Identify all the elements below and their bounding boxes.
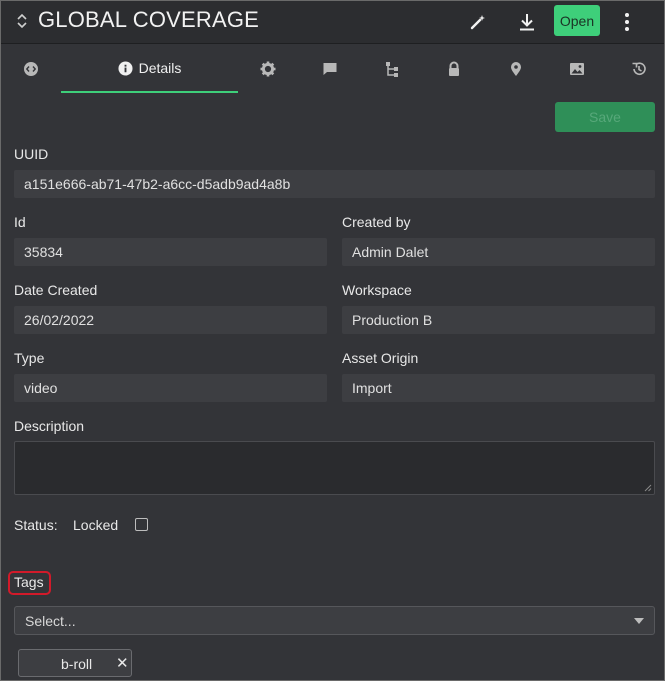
asset-origin-label: Asset Origin	[342, 350, 419, 366]
open-button[interactable]: Open	[554, 5, 600, 36]
created-by-field[interactable]: Admin Dalet	[342, 238, 655, 266]
history-icon	[632, 62, 646, 75]
status-label: Status:	[14, 517, 58, 533]
gear-icon	[260, 61, 276, 77]
locked-checkbox[interactable]	[135, 518, 148, 531]
info-icon	[118, 60, 133, 76]
tab-details[interactable]: Details	[61, 45, 238, 93]
description-textarea[interactable]	[14, 441, 655, 495]
type-field[interactable]: video	[14, 374, 327, 402]
id-label: Id	[14, 214, 26, 230]
tab-comments[interactable]	[314, 45, 346, 93]
workspace-field[interactable]: Production B	[342, 306, 655, 334]
tags-select[interactable]: Select...	[14, 606, 655, 635]
lock-icon	[449, 61, 459, 76]
tab-permissions[interactable]	[438, 45, 470, 93]
download-button[interactable]	[514, 9, 540, 35]
created-by-label: Created by	[342, 214, 411, 230]
tag-chip: b-roll ✕	[18, 649, 132, 677]
download-icon	[520, 14, 534, 31]
tag-chip-label: b-roll	[61, 656, 93, 672]
uuid-field[interactable]: a151e666-ab71-47b2-a6cc-d5adb9ad4a8b	[14, 170, 655, 198]
workspace-label: Workspace	[342, 282, 412, 298]
tab-location[interactable]	[500, 45, 532, 93]
chevron-down-icon	[634, 618, 644, 624]
close-icon[interactable]: ✕	[116, 654, 129, 672]
more-vertical-icon	[625, 13, 629, 31]
tab-code[interactable]	[15, 45, 47, 93]
date-created-label: Date Created	[14, 282, 98, 298]
location-pin-icon	[511, 62, 521, 76]
type-label: Type	[14, 350, 45, 366]
tags-select-placeholder: Select...	[25, 612, 76, 629]
save-button[interactable]: Save	[555, 102, 655, 132]
tab-bar: Details	[1, 45, 664, 94]
id-field[interactable]: 35834	[14, 238, 327, 266]
image-icon	[570, 63, 584, 75]
description-label: Description	[14, 418, 85, 434]
more-options-button[interactable]	[614, 9, 640, 35]
locked-label: Locked	[73, 517, 119, 533]
tab-hierarchy[interactable]	[376, 45, 408, 93]
asset-origin-field[interactable]: Import	[342, 374, 655, 402]
uuid-label: UUID	[14, 146, 49, 162]
asset-title: GLOBAL COVERAGE	[38, 7, 260, 32]
tab-media[interactable]	[561, 45, 593, 93]
asset-header: GLOBAL COVERAGE Open	[1, 1, 664, 44]
sort-icon[interactable]	[15, 11, 29, 31]
resize-handle-icon[interactable]	[644, 484, 652, 492]
magic-wand-icon	[470, 15, 485, 30]
tab-settings[interactable]	[252, 45, 284, 93]
magic-wand-button[interactable]	[465, 9, 491, 35]
hierarchy-icon	[386, 62, 398, 77]
tab-details-label: Details	[138, 60, 182, 76]
tab-history[interactable]	[623, 45, 655, 93]
tags-label-highlight	[8, 571, 51, 595]
code-icon	[24, 62, 38, 76]
comment-icon	[323, 63, 337, 75]
date-created-field[interactable]: 26/02/2022	[14, 306, 327, 334]
